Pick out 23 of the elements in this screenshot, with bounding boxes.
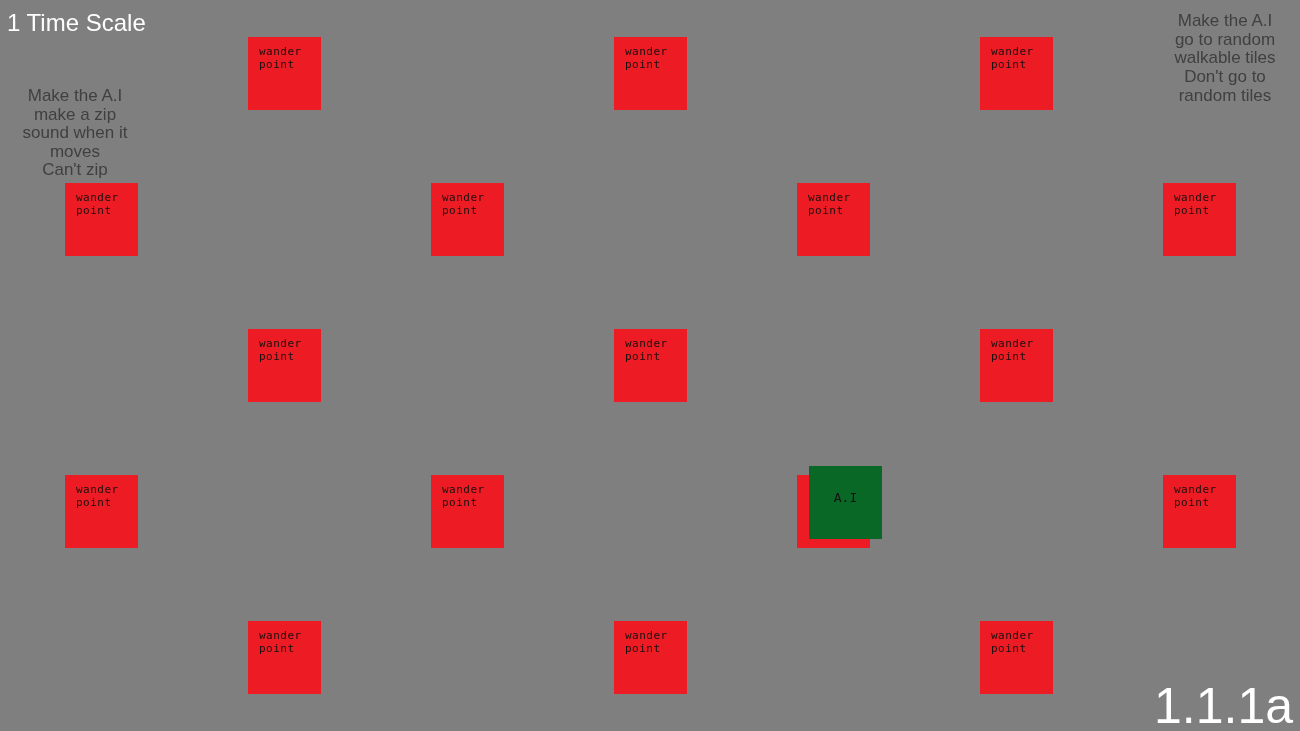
tile-label: wander point	[259, 629, 303, 655]
tile-label: wander point	[991, 629, 1035, 655]
agent-label: A.I	[833, 490, 858, 505]
tile-label: wander point	[442, 483, 486, 509]
tile-label: wander point	[991, 45, 1035, 71]
tile-label: wander point	[76, 191, 120, 217]
tile-label: wander point	[625, 629, 669, 655]
tile-label: wander point	[76, 483, 120, 509]
tile-label: wander point	[625, 337, 669, 363]
tile-label: wander point	[259, 45, 303, 71]
time-scale-label: 1 Time Scale	[7, 9, 146, 37]
tile-label: wander point	[259, 337, 303, 363]
note-text: Can't zip	[42, 161, 108, 180]
tile-label: wander point	[1174, 483, 1218, 509]
note-text: Make the A.I go to random walkable tiles	[1173, 12, 1277, 69]
note-text: Don't go to random tiles	[1177, 68, 1273, 106]
tile-label: wander point	[625, 45, 669, 71]
tile-label: wander point	[1174, 191, 1218, 217]
tile-label: wander point	[991, 337, 1035, 363]
tile-label: wander point	[442, 191, 486, 217]
tile-label: wander point	[808, 191, 852, 217]
note-text: Make the A.I make a zip sound when it moves	[21, 87, 129, 161]
version-label: 1.1.1a	[1154, 677, 1293, 731]
